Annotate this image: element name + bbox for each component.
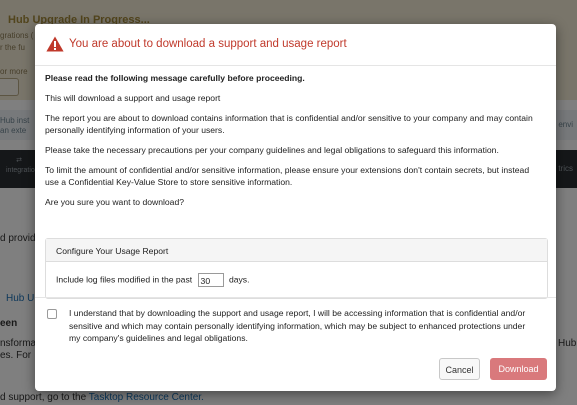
days-input[interactable]: 30 [197,273,224,287]
consent-checkbox[interactable] [47,309,57,319]
dialog-title: You are about to download a support and … [69,38,347,50]
log-files-label: Include log files modified in the past [56,274,193,285]
usage-report-config-panel: Configure Your Usage Report Include log … [45,238,548,299]
confirm-question: Are you sure you want to download? [45,197,185,207]
message-line-1: This will download a support and usage r… [45,93,221,103]
message-line-4: To limit the amount of confidential and/… [45,165,530,187]
download-report-dialog: You are about to download a support and … [35,24,556,391]
config-panel-title: Configure Your Usage Report [56,246,169,256]
config-panel-header: Configure Your Usage Report [46,239,547,262]
consent-text: I understand that by downloading the sup… [69,308,526,343]
cancel-button[interactable]: Cancel [439,358,480,380]
log-files-row: Include log files modified in the past 3… [56,273,249,287]
message-line-2: The report you are about to download con… [45,113,533,135]
days-suffix: days. [228,274,250,285]
intro-heading: Please read the following message carefu… [45,73,305,83]
dialog-header: You are about to download a support and … [35,24,556,66]
warning-triangle-icon [46,36,64,52]
divider [35,297,556,298]
message-line-3: Please take the necessary precautions pe… [45,145,499,155]
download-button[interactable]: Download [490,358,547,380]
